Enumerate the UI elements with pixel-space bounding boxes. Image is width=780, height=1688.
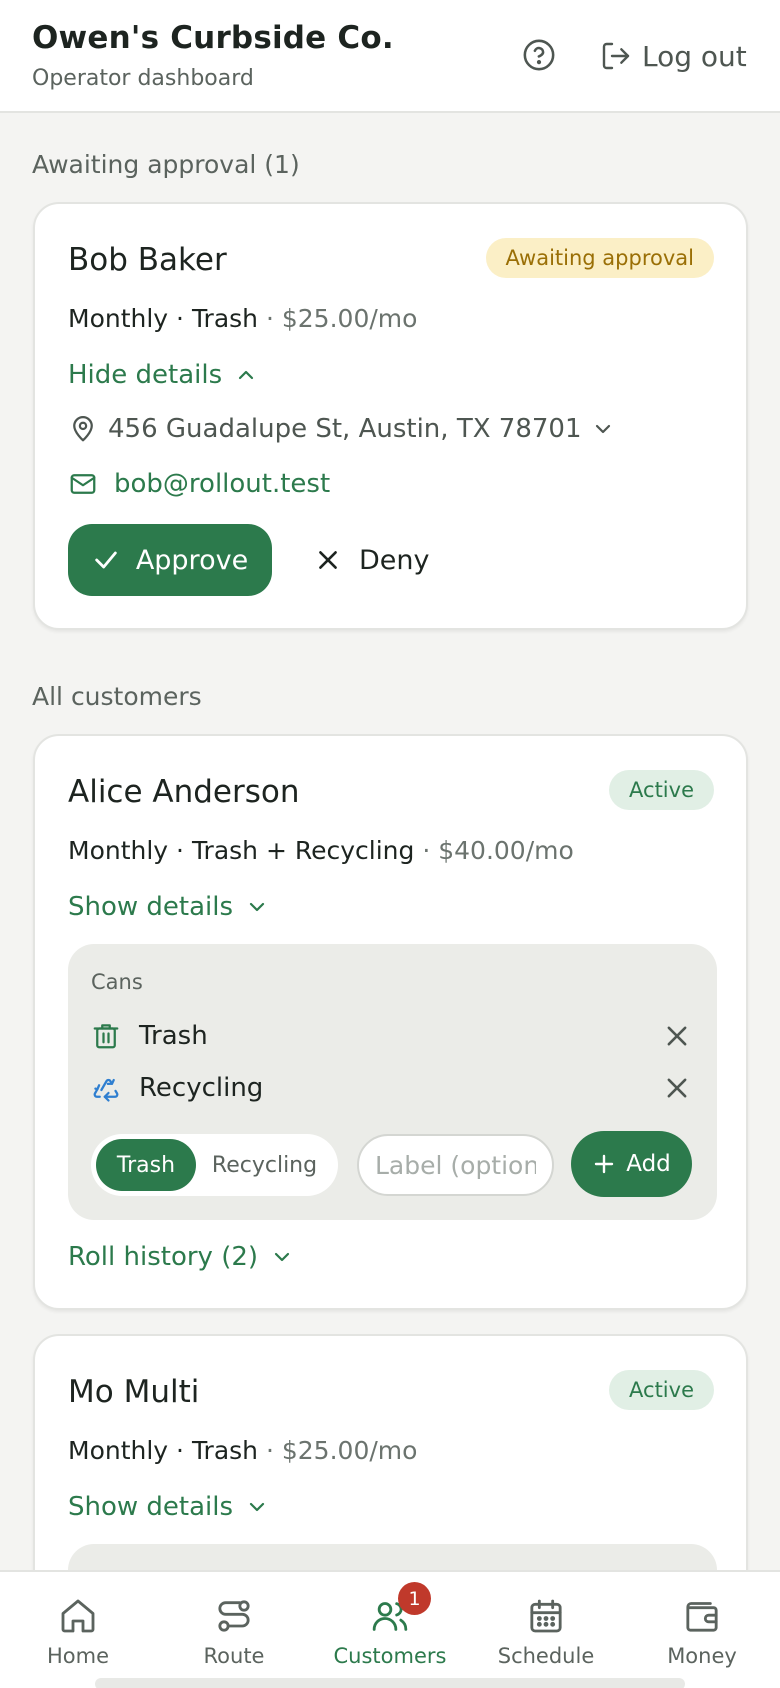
address-text: 456 Guadalupe St, Austin, TX 78701 [108, 414, 582, 444]
nav-customers[interactable]: Customers 1 [312, 1572, 468, 1688]
toggle-label: Show details [68, 892, 234, 922]
remove-can-button[interactable] [663, 1022, 691, 1050]
can-type-trash-option[interactable]: Trash [96, 1139, 196, 1191]
customers-section-label: All customers [32, 682, 202, 711]
plan-price: $25.00/mo [281, 304, 418, 333]
can-type-selector: Trash Recycling [91, 1134, 338, 1196]
pending-customer-card: Bob Baker Awaiting approval Monthly · Tr… [33, 202, 748, 630]
can-label: Recycling [139, 1073, 264, 1103]
notification-badge: 1 [398, 1582, 431, 1615]
nav-home[interactable]: Home [0, 1572, 156, 1688]
status-badge: Active [609, 1370, 714, 1410]
route-icon [218, 1600, 250, 1632]
can-label: Trash [139, 1021, 208, 1051]
logout-label: Log out [642, 39, 747, 73]
approve-button[interactable]: Approve [68, 524, 272, 596]
nav-money[interactable]: Money [624, 1572, 780, 1688]
plan-price: $40.00/mo [438, 836, 574, 865]
business-name: Owen's Curbside Co. [32, 20, 394, 56]
status-badge: Active [609, 770, 714, 810]
pending-section-label: Awaiting approval (1) [32, 150, 300, 179]
chevron-down-icon [596, 424, 611, 434]
email-text: bob@rollout.test [114, 469, 331, 499]
customer-card: Alice Anderson Active Monthly · Trash + … [33, 734, 748, 1310]
dashboard-subtitle: Operator dashboard [32, 66, 254, 91]
nav-label: Money [667, 1644, 737, 1668]
wallet-icon [686, 1602, 718, 1632]
chevron-up-icon [239, 370, 254, 380]
plan-summary: Monthly · Trash + Recycling · $40.00/mo [68, 836, 574, 865]
home-indicator [95, 1678, 685, 1688]
toggle-label: Show details [68, 1492, 234, 1522]
cans-title: Cans [91, 970, 143, 994]
roll-history-toggle[interactable]: Roll history (2) [68, 1242, 294, 1272]
mail-icon [70, 474, 96, 494]
calendar-icon [530, 1599, 562, 1633]
chevron-down-icon [274, 1252, 290, 1262]
address-row[interactable]: 456 Guadalupe St, Austin, TX 78701 [68, 414, 615, 444]
logout-icon [602, 42, 630, 70]
plan-summary: Monthly · Trash · $25.00/mo [68, 1436, 418, 1465]
customer-name: Mo Multi [68, 1374, 200, 1410]
bottom-nav: Home Route Customers 1 Schedule Money [0, 1570, 780, 1688]
roll-history-label: Roll history (2) [68, 1242, 259, 1272]
hide-details-toggle[interactable]: Hide details [68, 360, 258, 390]
chevron-down-icon [249, 1502, 265, 1512]
plan-service: Trash + Recycling [191, 836, 415, 865]
show-details-toggle[interactable]: Show details [68, 1492, 269, 1522]
add-label: Add [626, 1151, 671, 1177]
can-item: Recycling [91, 1068, 691, 1108]
plan-service: Trash [191, 1436, 259, 1465]
help-circle-icon [523, 39, 555, 71]
app-header: Owen's Curbside Co. Operator dashboard L… [0, 0, 780, 113]
nav-label: Customers [333, 1644, 447, 1668]
plan-frequency: Monthly [68, 836, 169, 865]
toggle-label: Hide details [68, 360, 223, 390]
show-details-toggle[interactable]: Show details [68, 892, 269, 922]
nav-label: Schedule [497, 1644, 595, 1668]
email-link[interactable]: bob@rollout.test [68, 469, 330, 499]
home-icon [61, 1599, 95, 1633]
customer-name: Alice Anderson [68, 774, 300, 810]
customer-name: Bob Baker [68, 242, 227, 278]
plus-icon [595, 1154, 614, 1174]
close-icon [319, 551, 337, 569]
approve-label: Approve [135, 544, 249, 576]
deny-label: Deny [359, 544, 430, 576]
nav-label: Home [46, 1644, 109, 1668]
recycle-icon [93, 1078, 119, 1102]
status-badge: Awaiting approval [485, 238, 714, 278]
add-can-button[interactable]: Add [571, 1131, 692, 1197]
check-icon [95, 551, 117, 569]
can-type-recycling-option[interactable]: Recycling [196, 1139, 333, 1191]
plan-price: $25.00/mo [281, 1436, 418, 1465]
chevron-down-icon [249, 902, 265, 912]
logout-button[interactable]: Log out [600, 36, 747, 76]
plan-frequency: Monthly [68, 1436, 169, 1465]
can-item: Trash [91, 1016, 691, 1056]
plan-frequency: Monthly [68, 304, 169, 333]
remove-can-button[interactable] [663, 1074, 691, 1102]
plan-summary: Monthly · Trash · $25.00/mo [68, 304, 418, 333]
deny-button[interactable]: Deny [315, 524, 430, 596]
nav-label: Route [203, 1644, 265, 1668]
cans-panel: Cans Trash Recycling Trash Recycling Lab… [68, 944, 717, 1220]
help-button[interactable] [522, 38, 556, 72]
trash-can-icon [93, 1024, 119, 1049]
map-pin-icon [73, 416, 93, 442]
plan-service: Trash [191, 304, 259, 333]
nav-schedule[interactable]: Schedule [468, 1572, 624, 1688]
nav-route[interactable]: Route [156, 1572, 312, 1688]
can-label-input[interactable] [357, 1134, 554, 1196]
